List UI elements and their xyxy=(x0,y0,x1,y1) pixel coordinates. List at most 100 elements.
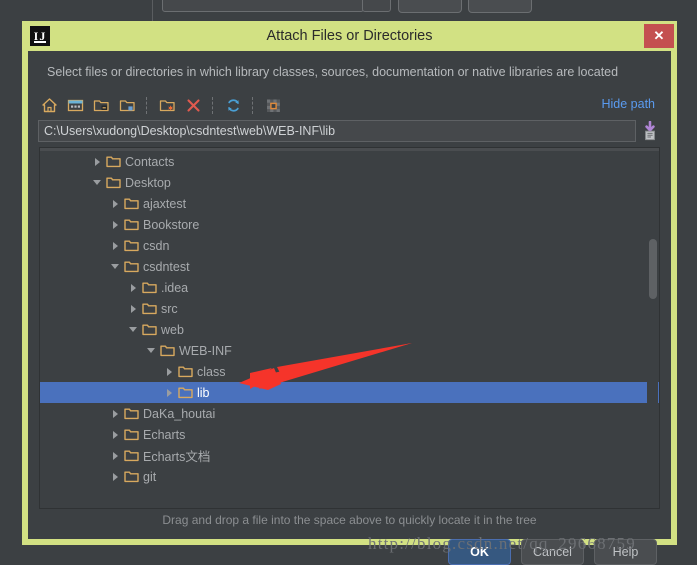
tree-row[interactable]: web xyxy=(40,319,659,340)
triangle-glyph xyxy=(130,283,136,292)
folder-icon xyxy=(122,424,140,445)
chevron-right-icon[interactable] xyxy=(108,235,122,256)
folder-icon xyxy=(176,361,194,382)
tree-item-label: csdn xyxy=(143,238,170,253)
chevron-right-icon[interactable] xyxy=(162,361,176,382)
triangle-glyph xyxy=(112,241,118,250)
delete-icon[interactable] xyxy=(183,95,203,115)
paste-path-icon[interactable] xyxy=(641,120,659,141)
triangle-glyph xyxy=(129,327,137,332)
dialog-subtitle: Select files or directories in which lib… xyxy=(47,65,619,79)
triangle-glyph xyxy=(112,199,118,208)
folder-icon xyxy=(122,214,140,235)
tree-row[interactable]: Echarts xyxy=(40,424,659,445)
toolbar-separator-2 xyxy=(212,96,214,114)
tree-row[interactable]: Echarts文档 xyxy=(40,445,659,466)
tree-item-label: src xyxy=(161,301,178,316)
show-hidden-icon[interactable] xyxy=(263,95,283,115)
chevron-down-icon[interactable] xyxy=(108,256,122,277)
folder-icon xyxy=(122,193,140,214)
triangle-glyph xyxy=(93,180,101,185)
folder-icon xyxy=(104,151,122,172)
triangle-glyph xyxy=(130,304,136,313)
tree-item-label: DaKa_houtai xyxy=(143,406,216,421)
folder-icon xyxy=(158,340,176,361)
background-button-2[interactable] xyxy=(468,0,532,13)
tree-row[interactable]: Desktop xyxy=(40,172,659,193)
triangle-glyph xyxy=(112,220,118,229)
tree-item-label: class xyxy=(197,364,226,379)
tree-item-label: csdntest xyxy=(143,259,190,274)
folder-icon xyxy=(176,382,194,403)
tree-row[interactable]: DaKa_houtai xyxy=(40,403,659,424)
chevron-right-icon[interactable] xyxy=(162,382,176,403)
folder-icon xyxy=(140,298,158,319)
tree-item-label: web xyxy=(161,322,184,337)
tree-item-label: Contacts xyxy=(125,154,175,169)
desktop-icon[interactable] xyxy=(65,95,85,115)
tree-row[interactable]: .idea xyxy=(40,277,659,298)
tree-row[interactable]: Bookstore xyxy=(40,214,659,235)
tree-item-label: Desktop xyxy=(125,175,171,190)
tree-row[interactable]: Contacts xyxy=(40,151,659,172)
triangle-glyph xyxy=(94,157,100,166)
close-icon[interactable]: ✕ xyxy=(644,24,674,48)
intellij-logo-icon: IJ xyxy=(30,26,50,46)
background-input-browse[interactable] xyxy=(362,0,391,12)
attach-files-dialog: IJ Attach Files or Directories ✕ Select … xyxy=(22,21,677,565)
chevron-right-icon[interactable] xyxy=(126,298,140,319)
background-button-1[interactable] xyxy=(398,0,462,13)
folder-icon xyxy=(122,445,140,466)
chevron-down-icon[interactable] xyxy=(144,340,158,361)
tree-row[interactable]: class xyxy=(40,361,659,382)
folder-icon xyxy=(122,256,140,277)
module-folder-icon[interactable] xyxy=(117,95,137,115)
chevron-right-icon[interactable] xyxy=(108,193,122,214)
tree-item-label: Echarts xyxy=(143,427,186,442)
tree-row[interactable]: csdn xyxy=(40,235,659,256)
refresh-icon[interactable] xyxy=(223,95,243,115)
triangle-glyph xyxy=(166,367,172,376)
chevron-down-icon[interactable] xyxy=(90,172,104,193)
chevron-right-icon[interactable] xyxy=(108,214,122,235)
folder-icon xyxy=(104,172,122,193)
chevron-right-icon[interactable] xyxy=(108,445,122,466)
tree-scrollbar[interactable] xyxy=(647,151,658,507)
directory-tree-list: Contacts Desktop ajaxtest Bookstore csdn csdn… xyxy=(40,151,659,487)
triangle-glyph xyxy=(112,472,118,481)
chevron-right-icon[interactable] xyxy=(90,151,104,172)
triangle-glyph xyxy=(111,264,119,269)
folder-icon xyxy=(140,319,158,340)
tree-row-selected[interactable]: lib xyxy=(40,382,659,403)
directory-tree-panel[interactable]: Contacts Desktop ajaxtest Bookstore csdn csdn… xyxy=(39,147,660,509)
tree-row[interactable]: ajaxtest xyxy=(40,193,659,214)
triangle-glyph xyxy=(166,388,172,397)
tree-item-label: WEB-INF xyxy=(179,343,232,358)
tree-row[interactable]: csdntest xyxy=(40,256,659,277)
hide-path-link[interactable]: Hide path xyxy=(601,97,655,111)
chevron-right-icon[interactable] xyxy=(108,424,122,445)
project-folder-icon[interactable] xyxy=(91,95,111,115)
background-input-field[interactable] xyxy=(162,0,364,12)
tree-row[interactable]: WEB-INF xyxy=(40,340,659,361)
chevron-right-icon[interactable] xyxy=(108,403,122,424)
tree-item-label: .idea xyxy=(161,280,189,295)
home-icon[interactable] xyxy=(39,95,59,115)
chevron-right-icon[interactable] xyxy=(108,466,122,487)
path-row xyxy=(38,120,660,142)
triangle-glyph xyxy=(147,348,155,353)
chevron-down-icon[interactable] xyxy=(126,319,140,340)
tree-scrollbar-thumb[interactable] xyxy=(649,239,657,299)
tree-row[interactable]: src xyxy=(40,298,659,319)
drag-and-drop-hint: Drag and drop a file into the space abov… xyxy=(162,513,537,527)
triangle-glyph xyxy=(112,430,118,439)
dialog-body: Select files or directories in which lib… xyxy=(28,51,671,565)
path-input[interactable] xyxy=(38,120,636,142)
dialog-titlebar: IJ Attach Files or Directories ✕ xyxy=(22,21,677,51)
new-folder-icon[interactable] xyxy=(157,95,177,115)
chevron-right-icon[interactable] xyxy=(126,277,140,298)
tree-row[interactable]: git xyxy=(40,466,659,487)
file-chooser-toolbar xyxy=(39,93,283,117)
triangle-glyph xyxy=(112,409,118,418)
folder-icon xyxy=(140,277,158,298)
